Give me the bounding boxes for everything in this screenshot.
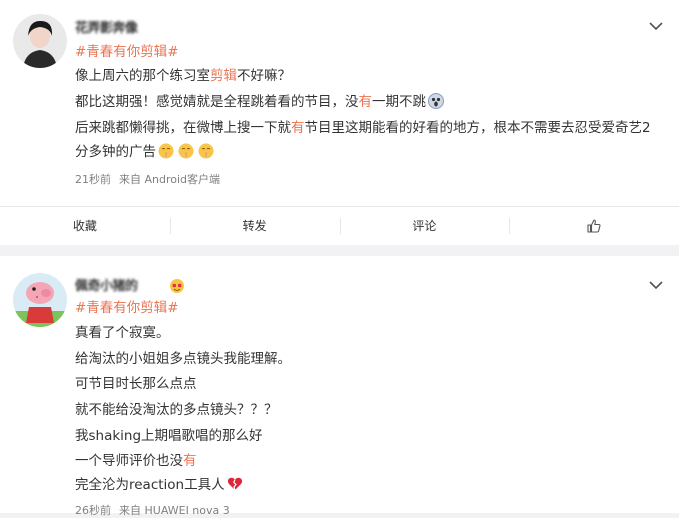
heart-eyes-badge-icon [170,279,184,293]
post-time[interactable]: 26秒前 [75,504,111,517]
comment-button[interactable]: 评论 [339,207,510,244]
post-text-line: 分多钟的广告 [75,142,216,162]
broken-heart-icon [227,477,242,491]
chevron-down-icon[interactable] [649,21,663,31]
like-button[interactable] [509,207,679,244]
post-text-line: 可节目时长那么点点 [75,376,197,392]
chevron-down-icon[interactable] [649,280,663,290]
collect-button[interactable]: 收藏 [0,207,170,244]
comment-label: 评论 [412,219,437,233]
post-source: 来自 HUAWEI nova 3 [119,504,230,517]
post-text-line: 后来跳都懒得挑，在微博上搜一下就有节目里这期能看的好看的地方，根本不需要去忍受爱… [75,120,651,136]
weibo-post-2: 佩奇小猪的 #青春有你剪辑# 真看了个寂寞。 给淘汰的小姐姐多点镜头我能理解。 … [0,256,679,517]
action-bar: 收藏 转发 评论 [0,206,679,244]
shush-emoji-icon [198,143,214,159]
post-text-line: 我shaking上期唱歌唱的那么好 [75,428,263,444]
like-icon [587,218,601,233]
post-text-line: 给淘汰的小姐姐多点镜头我能理解。 [75,351,291,367]
post-source: 来自 Android客户端 [119,173,221,186]
user-avatar[interactable] [13,14,67,68]
post-text-line: 像上周六的那个练习室剪辑不好嘛？ [75,68,291,84]
post-text-line: 完全沦为reaction工具人 [75,475,245,495]
shush-emoji-icon [158,143,174,159]
repost-label: 转发 [242,219,267,233]
user-name[interactable]: 花弄影奔像 [75,17,138,36]
user-name[interactable]: 佩奇小猪的 [75,275,138,294]
post-meta: 21秒前 来自 Android客户端 [75,171,220,187]
repost-button[interactable]: 转发 [169,207,340,244]
post-text-line: 一个导师评价也没有 [75,453,197,469]
post-meta: 26秒前 来自 HUAWEI nova 3 [75,502,230,518]
user-avatar[interactable] [13,273,67,327]
post-time[interactable]: 21秒前 [75,173,111,186]
collect-label: 收藏 [72,219,97,233]
hashtag-link[interactable]: #青春有你剪辑# [75,298,179,318]
shush-emoji-icon [178,143,194,159]
post-text-line: 真看了个寂寞。 [75,325,170,341]
weibo-post-1: 花弄影奔像 #青春有你剪辑# 像上周六的那个练习室剪辑不好嘛？ 都比这期强！感觉… [0,0,679,245]
post-text-line: 就不能给没淘汰的多点镜头？？？ [75,402,278,418]
post-text-line: 都比这期强！感觉婧就是全程跳着看的节目，没有一期不跳 [75,92,446,112]
screaming-emoji-icon [428,93,444,109]
hashtag-link[interactable]: #青春有你剪辑# [75,42,179,62]
